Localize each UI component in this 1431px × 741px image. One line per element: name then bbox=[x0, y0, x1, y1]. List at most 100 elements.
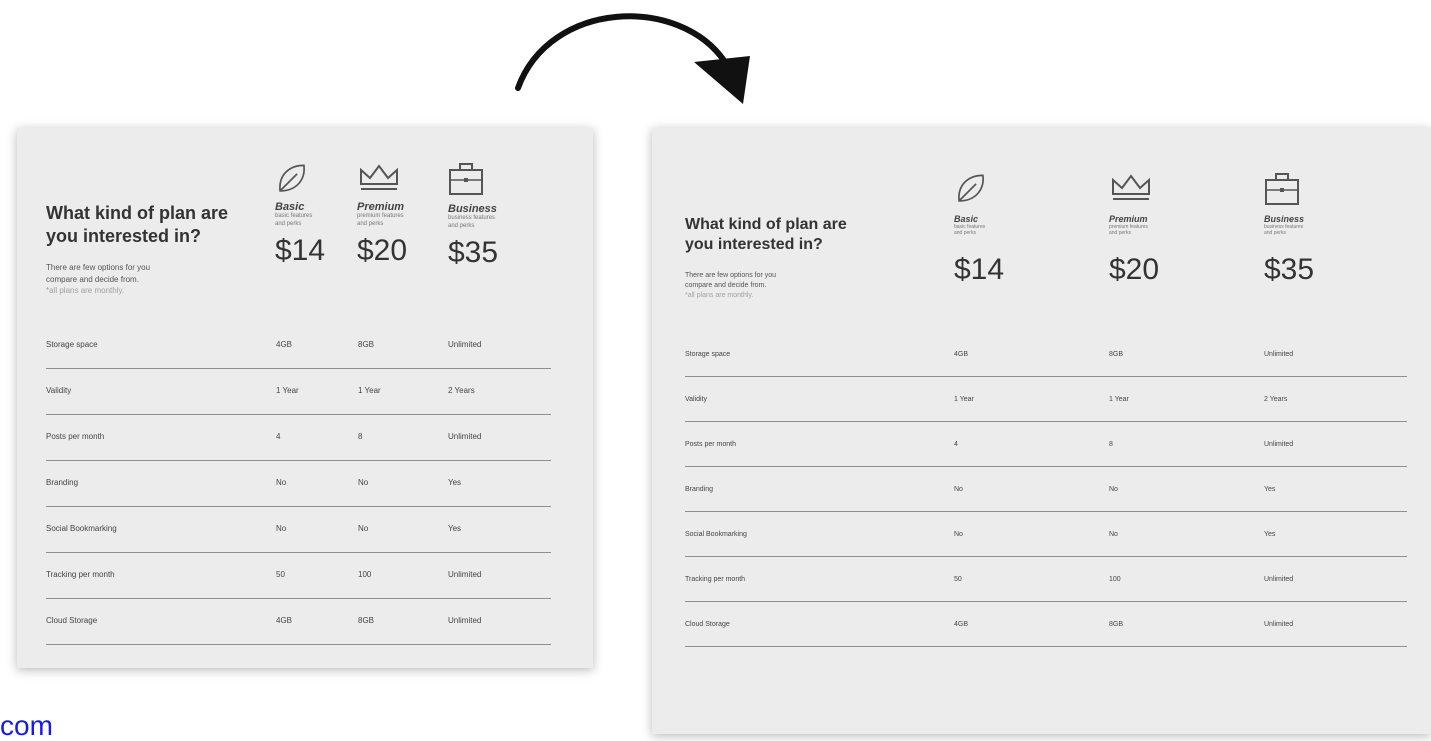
table-row: Social Bookmarking No No Yes bbox=[46, 507, 551, 553]
leaf-icon bbox=[279, 164, 305, 192]
heading-line-1: What kind of plan are bbox=[46, 203, 229, 223]
heading: What kind of plan are you interested in? bbox=[685, 215, 847, 255]
table-row: Storage space 4GB 8GB Unlimited bbox=[46, 323, 551, 369]
row-label: Posts per month bbox=[685, 441, 736, 448]
intro-line-1: There are few options for you bbox=[46, 263, 151, 272]
cell-premium: 8GB bbox=[1109, 621, 1124, 628]
cell-basic: No bbox=[276, 478, 287, 487]
cell-business: 2 Years bbox=[1264, 396, 1288, 403]
plan-desc-line-2: and perks bbox=[275, 220, 302, 227]
feature-table: Storage space 4GB 8GB Unlimited Validity 1 Y… bbox=[685, 332, 1407, 647]
intro-text: There are few options for you compare an… bbox=[685, 271, 776, 301]
cell-premium: 100 bbox=[1109, 576, 1121, 583]
table-row: Social Bookmarking No No Yes bbox=[685, 512, 1407, 557]
heading-line-2: you interested in? bbox=[46, 225, 202, 246]
cell-premium: 100 bbox=[358, 570, 372, 579]
cell-basic: 4 bbox=[276, 432, 281, 441]
plan-price: $14 bbox=[954, 252, 1005, 286]
plan-price: $20 bbox=[1109, 252, 1160, 286]
plan-premium: Premium premium features and perks $20 bbox=[1109, 172, 1159, 287]
row-label: Branding bbox=[685, 486, 714, 493]
plan-desc-line-1: premium features bbox=[357, 213, 404, 219]
cell-basic: 50 bbox=[276, 570, 285, 579]
plan-name: Business bbox=[448, 203, 497, 215]
cell-business: Yes bbox=[1264, 531, 1276, 538]
row-label: Validity bbox=[685, 396, 708, 403]
cell-business: Unlimited bbox=[448, 616, 482, 625]
briefcase-icon bbox=[449, 163, 483, 195]
crown-icon bbox=[360, 164, 398, 190]
footer-link[interactable]: com bbox=[0, 712, 53, 740]
row-label: Cloud Storage bbox=[46, 616, 98, 625]
curved-arrow-icon bbox=[515, 13, 750, 104]
row-label: Tracking per month bbox=[46, 570, 115, 579]
intro-text: There are few options for you compare an… bbox=[46, 262, 150, 297]
cell-business: Yes bbox=[448, 478, 462, 487]
cell-business: Yes bbox=[1264, 486, 1276, 493]
row-label: Storage space bbox=[685, 351, 731, 358]
table-row: Validity 1 Year 1 Year 2 Years bbox=[46, 369, 551, 415]
intro-line-1: There are few options for you bbox=[685, 272, 777, 279]
plan-name: Basic bbox=[275, 201, 305, 213]
cell-business: Unlimited bbox=[1264, 621, 1294, 628]
cell-basic: 4 bbox=[954, 441, 958, 448]
plan-business: Business business features and perks $35 bbox=[448, 162, 498, 270]
plan-name: Basic bbox=[954, 214, 979, 224]
cell-premium: 8GB bbox=[1109, 351, 1124, 358]
cell-premium: 1 Year bbox=[358, 386, 381, 395]
row-label: Storage space bbox=[46, 340, 98, 349]
cell-premium: 1 Year bbox=[1109, 396, 1129, 403]
row-label: Social Bookmarking bbox=[685, 531, 747, 538]
pricing-card-original: What kind of plan are you interested in?… bbox=[17, 128, 593, 668]
plan-price: $14 bbox=[275, 234, 326, 267]
cell-basic: 1 Year bbox=[276, 386, 299, 395]
table-row: Tracking per month 50 100 Unlimited bbox=[685, 557, 1407, 602]
cell-basic: No bbox=[276, 524, 287, 533]
cell-premium: 8GB bbox=[358, 616, 375, 625]
heading-line-1: What kind of plan are bbox=[685, 216, 847, 233]
cell-business: Unlimited bbox=[448, 340, 482, 349]
crown-icon bbox=[1112, 174, 1150, 200]
cell-premium: 8GB bbox=[358, 340, 375, 349]
table-row: Validity 1 Year 1 Year 2 Years bbox=[685, 377, 1407, 422]
intro-line-2: compare and decide from. bbox=[685, 282, 767, 290]
plan-desc-line-2: and perks bbox=[954, 230, 976, 237]
table-row: Tracking per month 50 100 Unlimited bbox=[46, 553, 551, 599]
plan-premium: Premium premium features and perks $20 bbox=[357, 162, 407, 268]
plan-name: Premium bbox=[1109, 214, 1148, 224]
cell-basic: 4GB bbox=[276, 616, 293, 625]
plan-desc-line-1: basic features bbox=[275, 213, 313, 219]
row-label: Tracking per month bbox=[685, 576, 746, 583]
plan-basic: Basic basic features and perks $14 bbox=[954, 172, 1004, 287]
cell-business: Unlimited bbox=[1264, 351, 1294, 358]
plan-price: $35 bbox=[1264, 252, 1315, 286]
cell-premium: No bbox=[358, 478, 369, 487]
row-label: Posts per month bbox=[46, 432, 105, 441]
plan-desc-line-1: business features bbox=[448, 215, 496, 221]
plan-name: Premium bbox=[357, 201, 405, 213]
cell-basic: 4GB bbox=[954, 351, 969, 358]
row-label: Validity bbox=[46, 386, 72, 395]
plan-basic: Basic basic features and perks $14 bbox=[275, 162, 325, 268]
cell-business: 2 Years bbox=[448, 386, 475, 395]
heading: What kind of plan are you interested in? bbox=[46, 202, 228, 247]
plan-price: $20 bbox=[357, 234, 408, 267]
cell-premium: No bbox=[358, 524, 369, 533]
cell-business: Yes bbox=[448, 524, 462, 533]
table-row: Storage space 4GB 8GB Unlimited bbox=[685, 332, 1407, 377]
pricing-card-redesign: What kind of plan are you interested in?… bbox=[652, 128, 1431, 734]
table-row: Cloud Storage 4GB 8GB Unlimited bbox=[685, 602, 1407, 647]
intro-note: *all plans are monthly. bbox=[46, 286, 125, 296]
intro-line-2: compare and decide from. bbox=[46, 274, 139, 284]
plan-desc-line-2: and perks bbox=[1264, 230, 1286, 237]
plan-desc-line-2: and perks bbox=[1109, 230, 1131, 237]
plan-desc-line-2: and perks bbox=[448, 222, 475, 229]
cell-basic: 50 bbox=[954, 576, 962, 583]
cell-premium: 8 bbox=[1109, 441, 1113, 448]
cell-basic: No bbox=[954, 486, 963, 493]
table-row: Posts per month 4 8 Unlimited bbox=[685, 422, 1407, 467]
table-row: Branding No No Yes bbox=[46, 461, 551, 507]
plan-desc-line-2: and perks bbox=[357, 220, 384, 227]
plan-name: Business bbox=[1264, 214, 1305, 224]
plan-price: $35 bbox=[448, 236, 499, 269]
